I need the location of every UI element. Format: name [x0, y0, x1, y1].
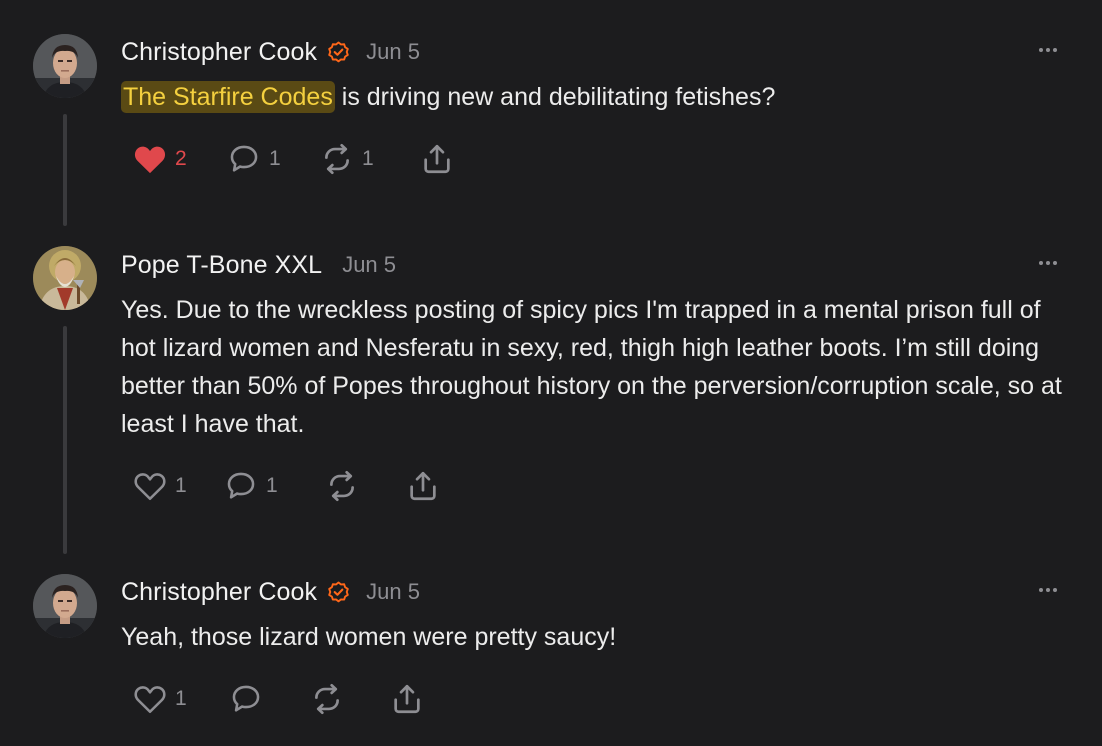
like-count: 1: [175, 687, 187, 710]
share-button[interactable]: [420, 139, 454, 179]
like-button[interactable]: 2: [133, 139, 187, 179]
restack-count: 1: [362, 147, 374, 170]
like-count: 1: [175, 474, 187, 497]
restack-button[interactable]: [310, 679, 344, 719]
like-button[interactable]: 1: [133, 466, 187, 506]
thread-connector: [63, 114, 67, 226]
heart-filled-icon: [134, 146, 166, 174]
mention-link[interactable]: The Starfire Codes: [121, 81, 335, 113]
thread-connector: [63, 326, 67, 554]
author-name[interactable]: Pope T-Bone XXL: [121, 251, 322, 280]
reply-count: 1: [266, 474, 278, 497]
like-button[interactable]: 1: [133, 679, 187, 719]
restack-icon: [325, 143, 349, 175]
post-date[interactable]: Jun 5: [342, 252, 396, 278]
post-date[interactable]: Jun 5: [366, 579, 420, 605]
more-options-icon[interactable]: [1034, 45, 1062, 55]
avatar[interactable]: [33, 246, 97, 310]
restack-button[interactable]: [325, 466, 359, 506]
comment-thread: Christopher Cook Jun 5 The Starfire Code…: [0, 0, 1102, 746]
comment-body: Yes. Due to the wreckless posting of spi…: [121, 296, 1062, 438]
like-count: 2: [175, 147, 187, 170]
reply-button[interactable]: 1: [227, 139, 281, 179]
restack-icon: [330, 470, 354, 502]
comment-header: Christopher Cook Jun 5: [121, 575, 420, 609]
comment-body: Yeah, those lizard women were pretty sau…: [121, 623, 617, 651]
reply-button[interactable]: 1: [224, 466, 278, 506]
restack-icon: [315, 683, 339, 715]
author-name[interactable]: Christopher Cook: [121, 578, 317, 607]
verified-badge-icon: [327, 40, 350, 64]
share-button[interactable]: [390, 679, 424, 719]
share-button[interactable]: [406, 466, 440, 506]
comment-text: is driving new and debilitating fetishes…: [334, 83, 776, 111]
avatar[interactable]: [33, 574, 97, 638]
restack-button[interactable]: 1: [320, 139, 374, 179]
share-icon: [410, 471, 436, 501]
comment-bubble-icon: [232, 685, 260, 712]
share-icon: [424, 144, 450, 174]
comment-bubble-icon: [227, 472, 255, 499]
comment-bubble-icon: [230, 145, 258, 172]
comment-header: Pope T-Bone XXL Jun 5: [121, 248, 396, 282]
avatar[interactable]: [33, 34, 97, 98]
author-name[interactable]: Christopher Cook: [121, 38, 317, 67]
heart-outline-icon: [134, 473, 166, 501]
more-options-icon[interactable]: [1034, 258, 1062, 268]
comment-body: The Starfire Codes is driving new and de…: [121, 78, 1071, 116]
heart-outline-icon: [134, 686, 166, 714]
more-options-icon[interactable]: [1034, 585, 1062, 595]
reply-button[interactable]: [229, 679, 263, 719]
post-date[interactable]: Jun 5: [366, 39, 420, 65]
verified-badge-icon: [327, 580, 350, 604]
share-icon: [394, 684, 420, 714]
reply-count: 1: [269, 147, 281, 170]
comment-header: Christopher Cook Jun 5: [121, 35, 420, 69]
